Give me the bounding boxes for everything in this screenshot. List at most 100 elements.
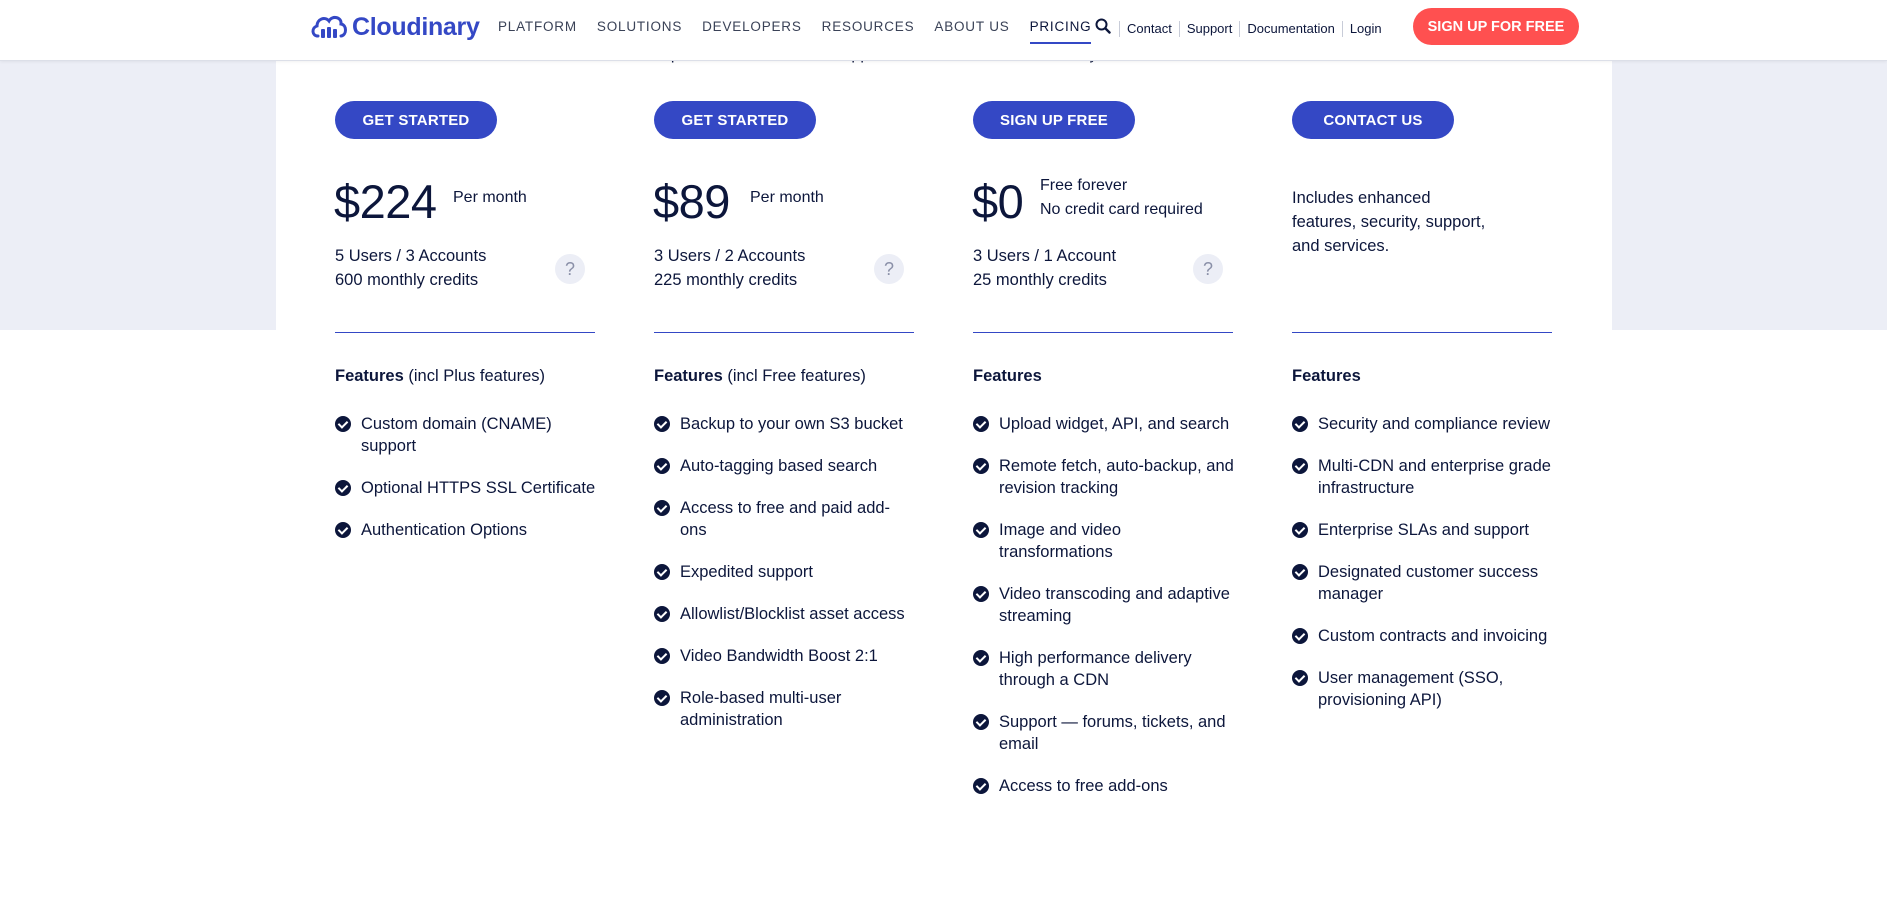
plan-seats: 3 Users / 2 Accounts 225 monthly credits [654, 244, 805, 292]
feature-text: Optional HTTPS SSL Certificate [361, 479, 596, 497]
nav-resources[interactable]: RESOURCES [822, 19, 915, 34]
features-list: Security and compliance review Multi-CDN… [1292, 413, 1554, 731]
list-item: Multi-CDN and enterprise grade infrastru… [1292, 455, 1554, 499]
nav-about-us[interactable]: ABOUT US [934, 19, 1009, 34]
list-item: Security and compliance review [1292, 413, 1554, 435]
feature-text: Security and compliance review [1318, 415, 1551, 433]
contact-link[interactable]: Contact [1119, 21, 1179, 37]
help-icon[interactable]: ? [1193, 254, 1223, 284]
feature-text: Video transcoding and adaptive streaming [999, 585, 1230, 625]
feature-text: Support — forums, tickets, and email [999, 713, 1226, 753]
check-icon [335, 522, 351, 538]
list-item: Upload widget, API, and search [973, 413, 1235, 435]
price-note-line-1: Free forever [1040, 177, 1128, 194]
feature-text: Access to free and paid add-ons [680, 499, 891, 539]
check-icon [973, 714, 989, 730]
check-icon [1292, 564, 1308, 580]
check-icon [973, 416, 989, 432]
check-icon [973, 586, 989, 602]
features-list: Custom domain (CNAME) support Optional H… [335, 413, 597, 561]
cloudinary-logo[interactable]: Cloudinary [310, 10, 480, 44]
seats-text: 3 Users / 2 Accounts [654, 247, 806, 265]
check-icon [973, 650, 989, 666]
features-label: Features [335, 367, 404, 385]
nav-developers[interactable]: DEVELOPERS [702, 19, 802, 34]
description-line: and services. [1292, 237, 1390, 255]
sign-up-free-button[interactable]: SIGN UP FREE [973, 101, 1135, 139]
feature-text: Upload widget, API, and search [999, 415, 1230, 433]
list-item: Custom domain (CNAME) support [335, 413, 597, 457]
features-label: Features [1292, 367, 1361, 385]
help-icon[interactable]: ? [874, 254, 904, 284]
check-icon [1292, 522, 1308, 538]
credits-text: 25 monthly credits [973, 271, 1107, 289]
feature-text: Backup to your own S3 bucket [680, 415, 903, 433]
feature-text: Role-based multi-user administration [680, 689, 842, 729]
main-nav: PLATFORM SOLUTIONS DEVELOPERS RESOURCES … [498, 19, 1111, 44]
check-icon [335, 480, 351, 496]
signup-for-free-button[interactable]: SIGN UP FOR FREE [1413, 8, 1579, 45]
feature-text: Access to free add-ons [999, 777, 1168, 795]
contact-us-button[interactable]: CONTACT US [1292, 101, 1454, 139]
list-item: Remote fetch, auto-backup, and revision … [973, 455, 1235, 499]
list-item: Allowlist/Blocklist asset access [654, 603, 916, 625]
features-heading: Features [973, 367, 1042, 386]
login-link[interactable]: Login [1341, 21, 1389, 37]
check-icon [654, 500, 670, 516]
features-suffix: (incl Plus features) [408, 367, 546, 385]
features-suffix: (incl Free features) [727, 367, 866, 385]
feature-text: Custom contracts and invoicing [1318, 627, 1548, 645]
list-item: Video transcoding and adaptive streaming [973, 583, 1235, 627]
check-icon [973, 522, 989, 538]
site-header: Cloudinary PLATFORM SOLUTIONS DEVELOPERS… [0, 0, 1887, 61]
support-link[interactable]: Support [1178, 21, 1240, 37]
list-item: Role-based multi-user administration [654, 687, 916, 731]
description-line: features, security, support, [1292, 213, 1486, 231]
help-icon[interactable]: ? [555, 254, 585, 284]
list-item: Optional HTTPS SSL Certificate [335, 477, 597, 499]
feature-text: Expedited support [680, 563, 814, 581]
plan-price: $89 [653, 175, 730, 228]
plan-price: $0 [972, 175, 1024, 228]
feature-text: Video Bandwidth Boost 2:1 [680, 647, 878, 665]
list-item: Backup to your own S3 bucket [654, 413, 916, 435]
feature-text: User management (SSO, provisioning API) [1318, 669, 1504, 709]
list-item: Auto-tagging based search [654, 455, 916, 477]
check-icon [973, 458, 989, 474]
nav-pricing[interactable]: PRICING [1029, 19, 1092, 44]
list-item: Support — forums, tickets, and email [973, 711, 1235, 755]
features-label: Features [973, 367, 1042, 385]
seats-text: 3 Users / 1 Account [973, 247, 1117, 265]
feature-text: Remote fetch, auto-backup, and revision … [999, 457, 1234, 497]
list-item: Video Bandwidth Boost 2:1 [654, 645, 916, 667]
check-icon [654, 648, 670, 664]
check-icon [654, 458, 670, 474]
feature-text: Allowlist/Blocklist asset access [680, 605, 905, 623]
features-heading: Features (incl Free features) [654, 367, 866, 386]
utility-links: Contact Support Documentation Login [1119, 21, 1389, 37]
get-started-button[interactable]: GET STARTED [335, 101, 497, 139]
check-icon [654, 564, 670, 580]
description-line: Includes enhanced [1292, 189, 1431, 207]
check-icon [335, 416, 351, 432]
feature-text: Image and video transformations [999, 521, 1122, 561]
credits-text: 600 monthly credits [335, 271, 479, 289]
seats-text: 5 Users / 3 Accounts [335, 247, 487, 265]
get-started-button[interactable]: GET STARTED [654, 101, 816, 139]
list-item: Enterprise SLAs and support [1292, 519, 1554, 541]
nav-solutions[interactable]: SOLUTIONS [597, 19, 682, 34]
search-icon[interactable] [1095, 18, 1111, 34]
logo-wordmark: Cloudinary [352, 12, 480, 41]
documentation-link[interactable]: Documentation [1239, 21, 1341, 37]
check-icon [654, 606, 670, 622]
list-item: User management (SSO, provisioning API) [1292, 667, 1554, 711]
feature-text: Auto-tagging based search [680, 457, 878, 475]
nav-platform[interactable]: PLATFORM [498, 19, 577, 34]
list-item: Expedited support [654, 561, 916, 583]
list-item: Custom contracts and invoicing [1292, 625, 1554, 647]
plan-seats: 3 Users / 1 Account 25 monthly credits [973, 244, 1116, 292]
price-note: Free forever No credit card required [1040, 174, 1203, 222]
divider [973, 332, 1233, 333]
features-label: Features [654, 367, 723, 385]
list-item: Image and video transformations [973, 519, 1235, 563]
